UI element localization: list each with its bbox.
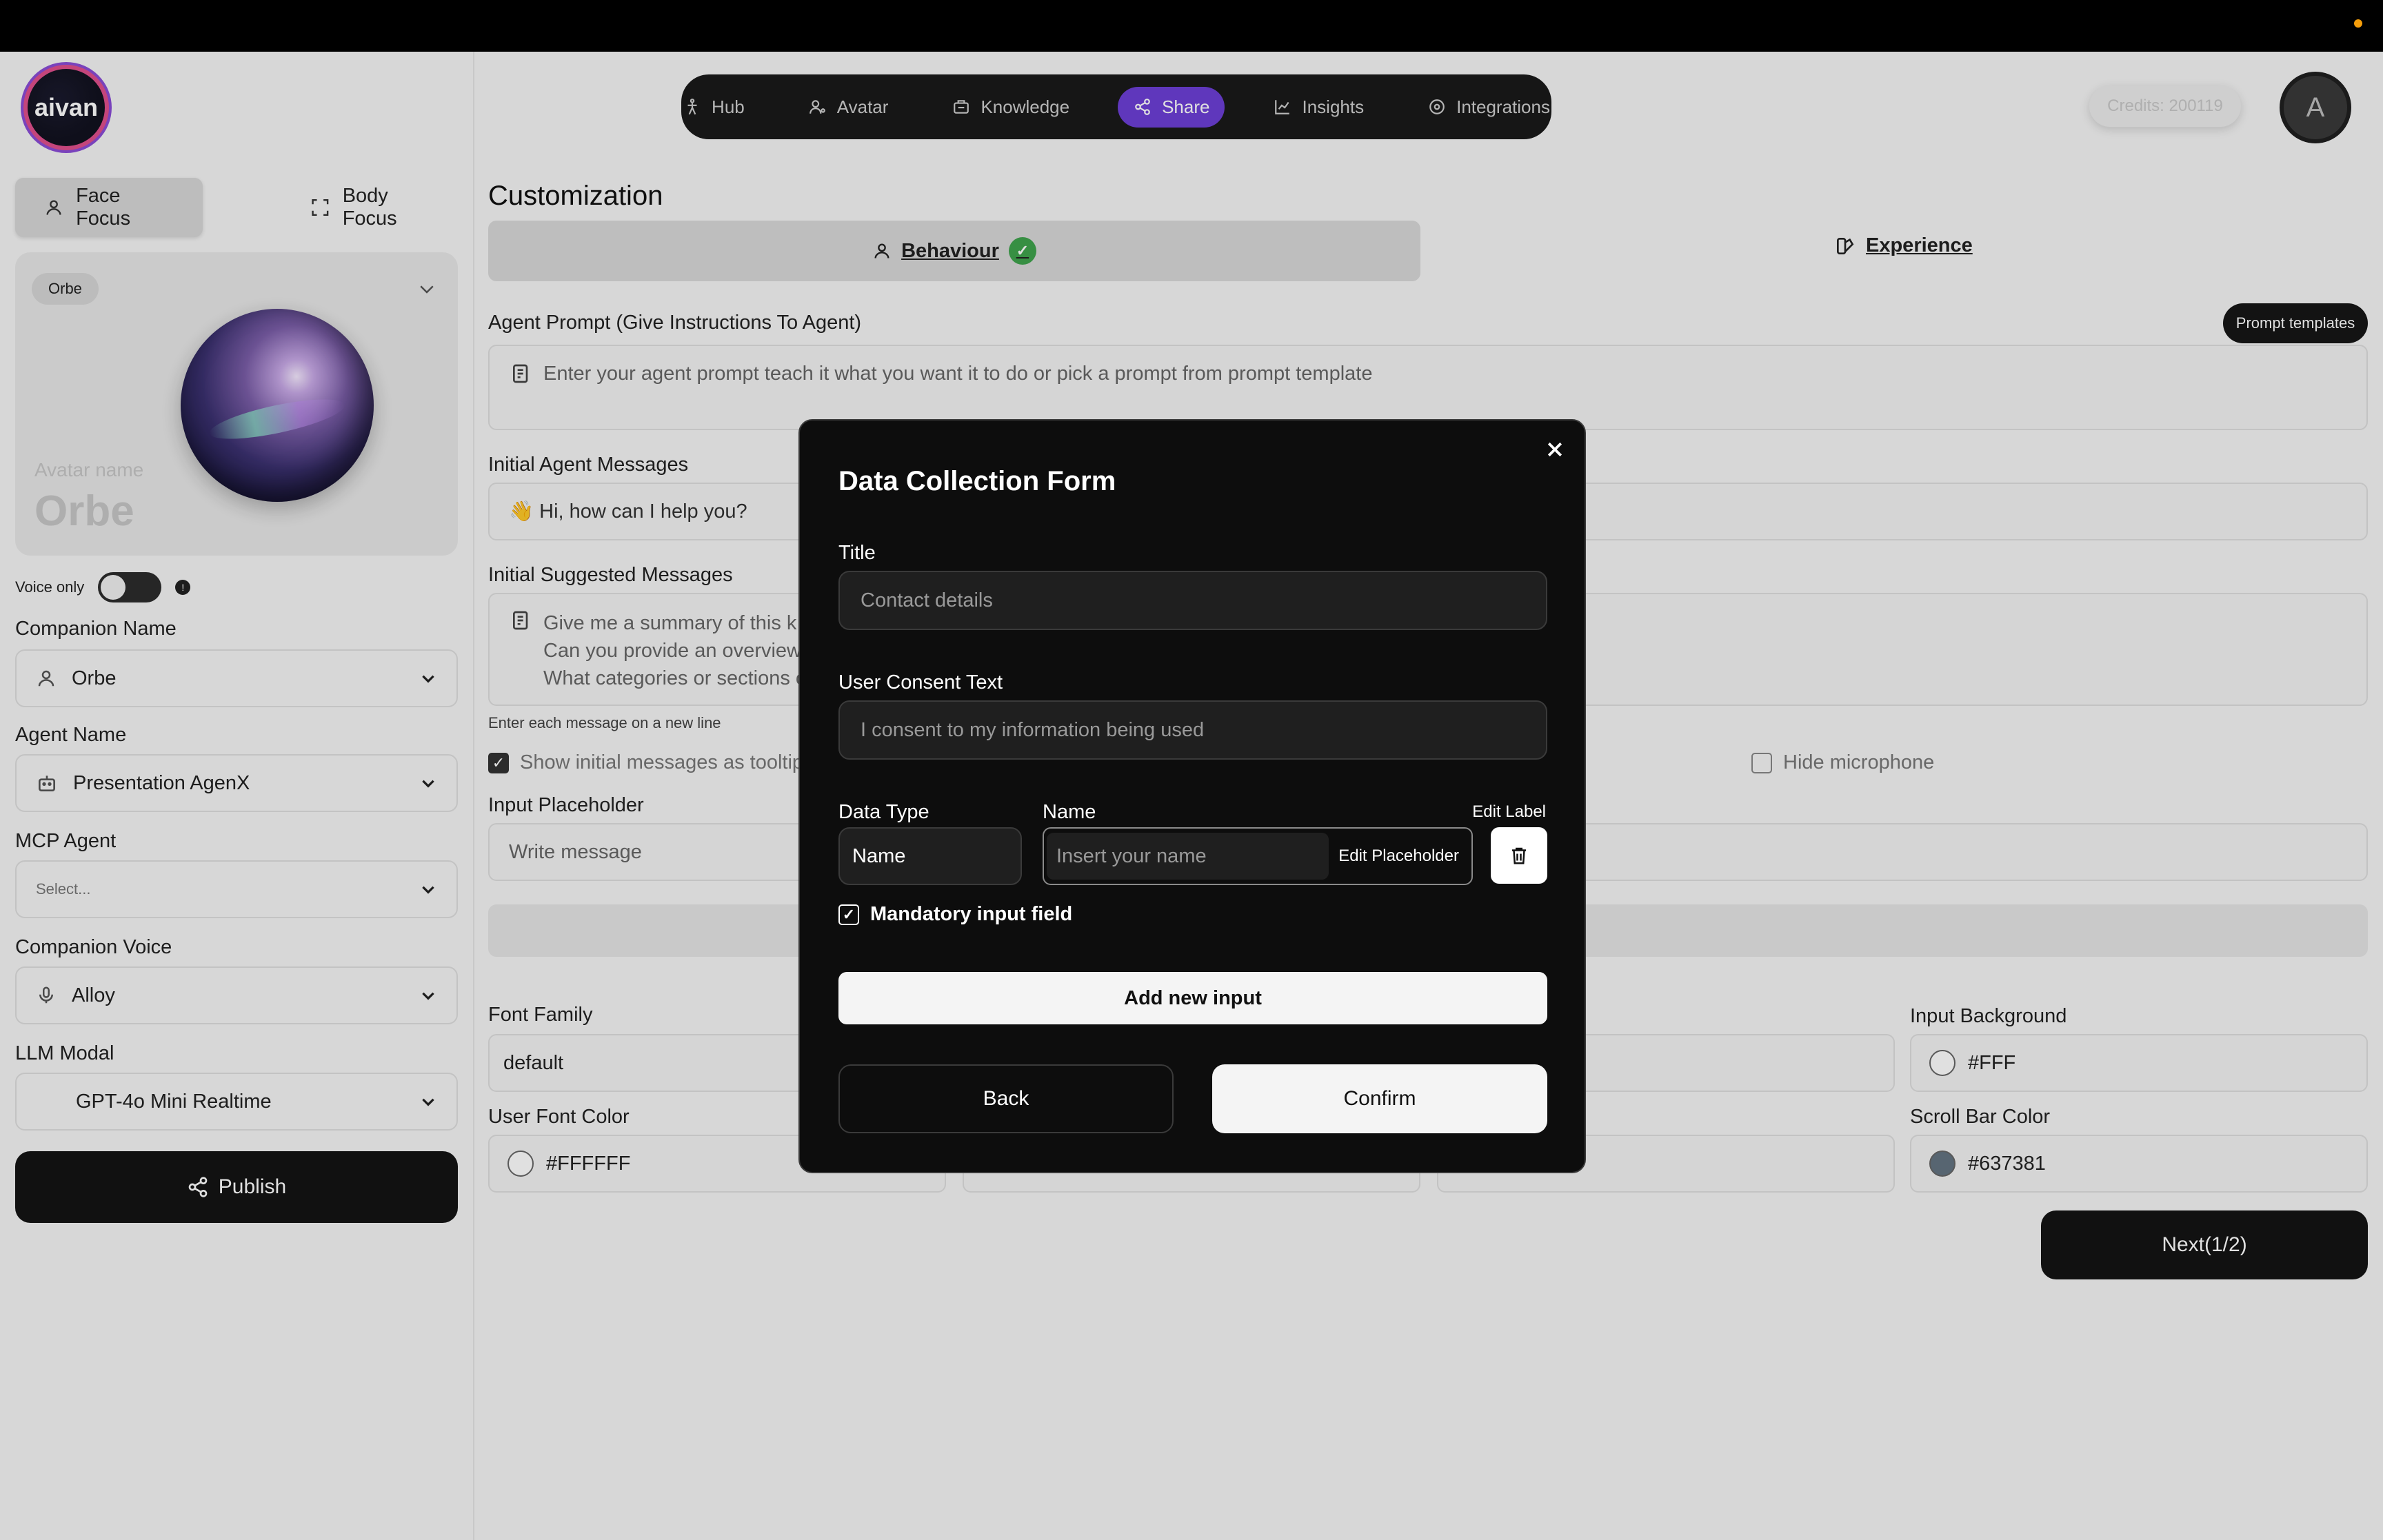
edit-placeholder-button[interactable]: Edit Placeholder [1329, 847, 1469, 866]
title-input-value: Contact details [861, 589, 993, 611]
name-input-group: Insert your name Edit Placeholder [1043, 827, 1473, 885]
notification-dot [2354, 19, 2362, 28]
trash-icon [1512, 847, 1526, 864]
data-collection-modal: Data Collection Form Title Contact detai… [798, 419, 1586, 1173]
name-placeholder-value: Insert your name [1056, 844, 1207, 867]
close-icon[interactable] [1545, 436, 1565, 467]
modal-title: Data Collection Form [838, 466, 1116, 496]
add-new-input-button[interactable]: Add new input [838, 972, 1547, 1024]
consent-field-label: User Consent Text [838, 671, 1003, 693]
name-field-label: Name [1043, 801, 1096, 823]
name-placeholder-input[interactable]: Insert your name [1047, 833, 1329, 880]
back-button[interactable]: Back [838, 1064, 1174, 1133]
edit-label-button[interactable]: Edit Label [1472, 802, 1546, 822]
consent-input[interactable]: I consent to my information being used [838, 700, 1547, 760]
data-type-label: Data Type [838, 801, 929, 823]
mandatory-checkbox[interactable]: ✓ [838, 904, 859, 925]
mandatory-label: Mandatory input field [870, 903, 1073, 925]
data-type-select[interactable]: Name [838, 827, 1022, 885]
data-type-value: Name [852, 844, 906, 867]
delete-input-button[interactable] [1491, 827, 1547, 884]
consent-input-value: I consent to my information being used [861, 718, 1205, 741]
title-input[interactable]: Contact details [838, 571, 1547, 630]
confirm-button[interactable]: Confirm [1212, 1064, 1547, 1133]
title-field-label: Title [838, 542, 876, 564]
mandatory-row: ✓ Mandatory input field [838, 903, 1072, 926]
system-top-bar [0, 0, 2383, 52]
